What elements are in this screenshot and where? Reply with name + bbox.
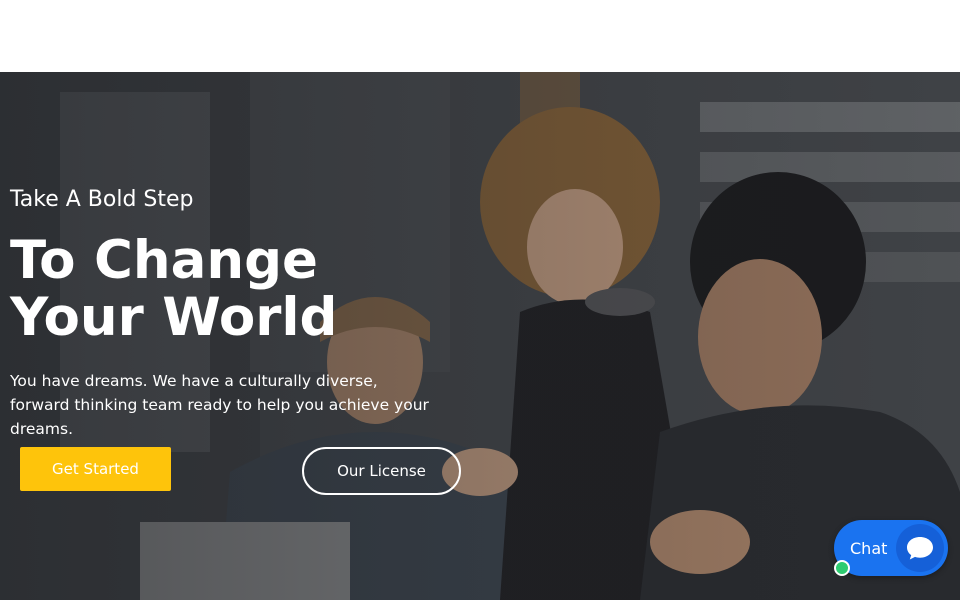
get-started-button[interactable]: Get Started: [20, 447, 171, 491]
online-status-dot: [834, 560, 850, 576]
our-license-button[interactable]: Our License: [302, 447, 461, 495]
chat-widget-button[interactable]: Chat: [834, 520, 948, 576]
chat-bubble-icon: [896, 524, 944, 572]
site-header: [0, 0, 960, 72]
hero-section: Take A Bold Step To Change Your World Yo…: [0, 72, 960, 600]
hero-subtext: You have dreams. We have a culturally di…: [10, 372, 429, 438]
hero-eyebrow: Take A Bold Step: [10, 187, 194, 212]
chat-label: Chat: [850, 538, 888, 558]
hero-headline: To Change Your World: [10, 230, 338, 348]
